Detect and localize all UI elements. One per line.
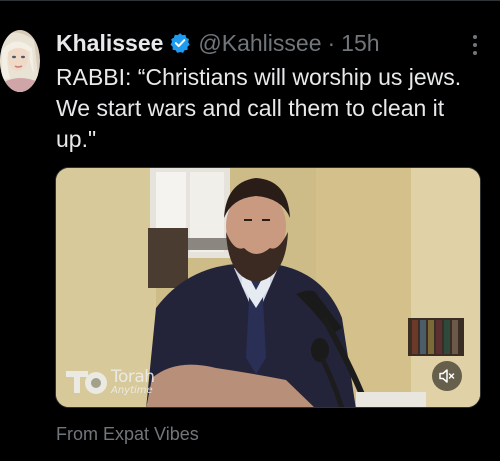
avatar[interactable] [0,30,40,92]
volume-muted-icon [439,369,455,383]
verified-badge-icon [170,33,191,53]
separator-dot: · [327,30,336,56]
watermark-subtitle: Anytime [111,384,153,396]
watermark-title: Torah [111,366,155,387]
video-player[interactable]: Torah Anytime [55,167,481,408]
tweet-text: RABBI: “Christians will worship us jews.… [56,64,462,152]
video-attribution[interactable]: From Expat Vibes [56,424,199,445]
avatar-image [0,30,40,92]
more-options-icon[interactable] [472,34,478,56]
timestamp[interactable]: 15h [341,28,379,58]
mute-toggle-button[interactable] [432,361,462,391]
display-name[interactable]: Khalissee [56,28,163,58]
tweet-header: Khalissee @Kahlissee · 15h [56,28,460,58]
torah-anytime-logo-icon [66,371,107,394]
user-handle[interactable]: @Kahlissee [198,28,321,58]
top-divider [0,0,500,1]
channel-watermark: Torah Anytime [64,367,155,397]
